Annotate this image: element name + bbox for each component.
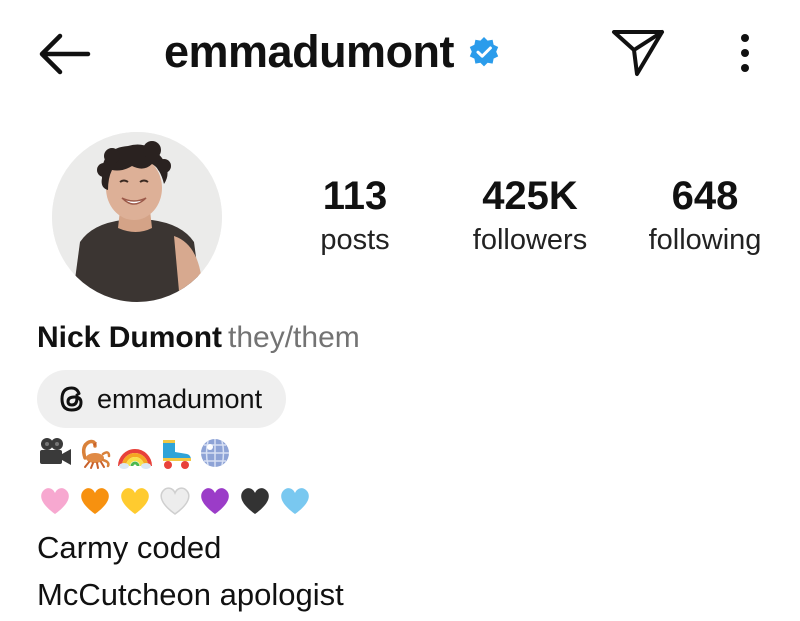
movie-camera-icon <box>37 436 73 470</box>
more-options-icon <box>741 34 749 72</box>
bio-emoji-line-2 <box>37 483 313 517</box>
light-blue-heart-icon <box>277 483 313 517</box>
black-heart-icon <box>237 483 273 517</box>
followers-stat[interactable]: 425K followers <box>455 172 605 260</box>
bio-emoji-line-1 <box>37 436 233 470</box>
scorpion-icon <box>77 436 113 470</box>
back-button[interactable] <box>34 26 94 82</box>
rainbow-icon <box>117 436 153 470</box>
threads-icon <box>57 384 87 414</box>
profile-header: emmadumont <box>0 0 800 110</box>
orange-heart-icon <box>77 483 113 517</box>
profile-photo <box>52 132 222 302</box>
pink-heart-icon <box>37 483 73 517</box>
white-heart-icon <box>157 483 193 517</box>
followers-label: followers <box>472 224 588 256</box>
avatar[interactable] <box>52 132 222 302</box>
threads-handle: emmadumont <box>97 383 263 414</box>
mirror-ball-icon <box>197 436 233 470</box>
following-label: following <box>648 224 762 256</box>
bio-line-1: Carmy coded <box>37 530 222 565</box>
username: emmadumont <box>164 26 455 77</box>
threads-link-button[interactable]: emmadumont <box>37 370 287 428</box>
full-name: Nick Dumont <box>37 321 223 354</box>
following-count: 648 <box>671 174 739 218</box>
followers-count: 425K <box>482 174 578 218</box>
username-title: emmadumont <box>164 22 500 82</box>
posts-count: 113 <box>322 174 388 218</box>
following-stat[interactable]: 648 following <box>630 172 780 260</box>
verified-badge-icon <box>468 36 500 68</box>
more-options-button[interactable] <box>730 28 760 80</box>
bio-line-2: McCutcheon apologist <box>37 577 344 612</box>
yellow-heart-icon <box>117 483 153 517</box>
posts-label: posts <box>320 224 390 256</box>
pronouns: they/them <box>228 321 360 354</box>
posts-stat[interactable]: 113 posts <box>300 172 410 260</box>
roller-skate-icon <box>157 436 193 470</box>
name-line: Nick Dumont they/them <box>37 318 360 358</box>
send-message-icon <box>612 30 664 76</box>
send-message-button[interactable] <box>610 26 666 78</box>
purple-heart-icon <box>197 483 233 517</box>
back-arrow-icon <box>39 33 91 75</box>
